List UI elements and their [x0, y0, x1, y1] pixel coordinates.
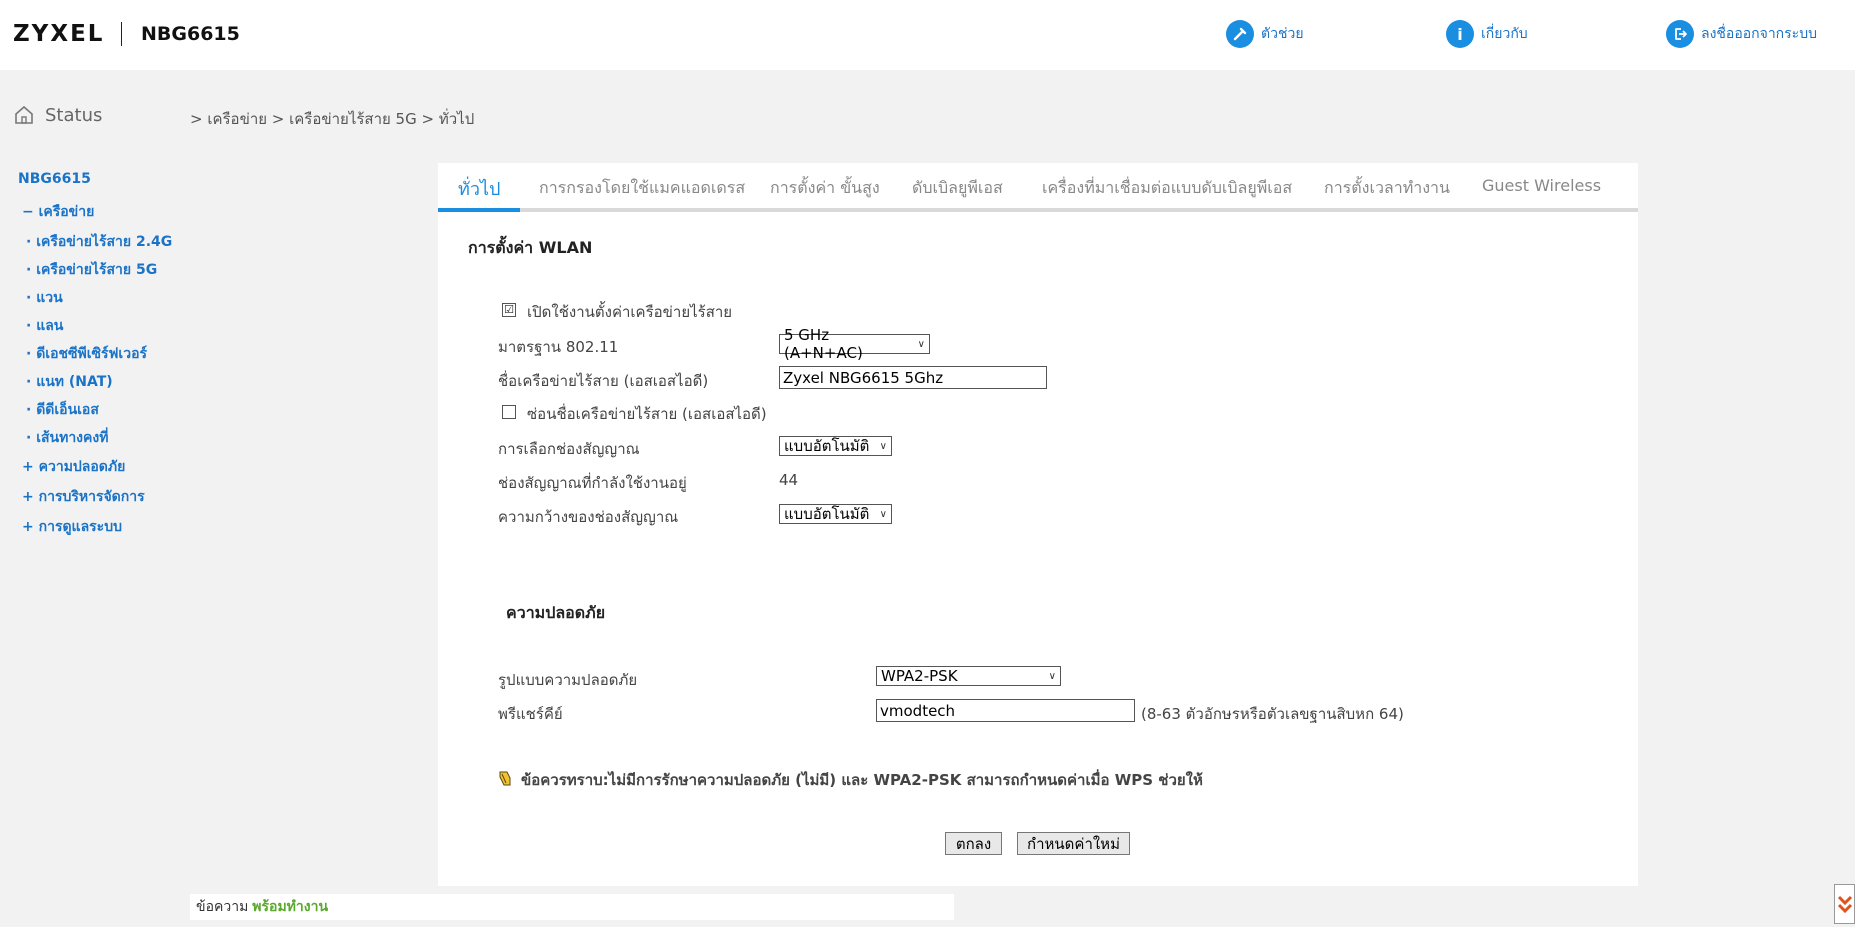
chevron-down-icon: ∨ — [879, 508, 887, 520]
security-mode-select[interactable]: WPA2-PSK ∨ — [876, 666, 1061, 686]
channel-width-value: แบบอัตโนมัติ — [784, 505, 870, 523]
sidebar-item-wireless-5g[interactable]: · เครือข่ายไร้สาย 5G — [26, 259, 157, 281]
chevron-down-icon: ∨ — [879, 440, 887, 452]
tab-bar: ทั่วไป การกรองโดยใช้แมคแอดเดรส การตั้งค่… — [438, 163, 1638, 212]
note-icon — [499, 771, 511, 786]
status-link[interactable]: Status — [13, 104, 102, 126]
expand-corner-button[interactable] — [1834, 884, 1855, 924]
logout-icon — [1666, 20, 1694, 48]
channel-width-label: ความกว้างของช่องสัญญาณ — [498, 508, 679, 526]
active-tab-indicator — [438, 208, 520, 212]
standard-label: มาตรฐาน 802.11 — [498, 338, 619, 356]
double-chevron-down-icon — [1837, 895, 1853, 914]
message-label: ข้อความ — [196, 899, 249, 915]
main-panel: ทั่วไป การกรองโดยใช้แมคแอดเดรส การตั้งค่… — [438, 163, 1638, 886]
security-section-title: ความปลอดภัย — [506, 603, 606, 622]
standard-value: 5 GHz (A+N+AC) — [784, 326, 863, 362]
sidebar-item-management[interactable]: + การบริหารจัดการ — [22, 486, 145, 508]
ok-button[interactable]: ตกลง — [945, 832, 1002, 855]
standard-select[interactable]: 5 GHz (A+N+AC) ∨ — [779, 326, 930, 362]
tab-mac-filter[interactable]: การกรองโดยใช้แมคแอดเดรส — [539, 176, 745, 201]
sidebar-item-maintenance[interactable]: + การดูแลระบบ — [22, 516, 122, 538]
tab-scheduling[interactable]: การตั้งเวลาทำงาน — [1324, 176, 1450, 201]
operating-channel-label: ช่องสัญญาณที่กำลังใช้งานอยู่ — [498, 474, 687, 492]
breadcrumb: > เครือข่าย > เครือข่ายไร้สาย 5G > ทั่วไ… — [190, 110, 475, 128]
psk-hint: (8-63 ตัวอักษรหรือตัวเลขฐานสิบหก 64) — [1141, 705, 1404, 723]
sidebar-item-network[interactable]: − เครือข่าย — [22, 201, 94, 223]
message-bar: ข้อความ พร้อมทำงาน — [190, 894, 954, 920]
channel-value: แบบอัตโนมัติ — [784, 437, 870, 455]
logout-link[interactable]: ลงชื่อออกจากระบบ — [1666, 20, 1817, 48]
logo-divider — [121, 22, 122, 46]
tab-wps[interactable]: ดับเบิลยูพีเอส — [912, 176, 1003, 201]
about-label: เกี่ยวกับ — [1481, 26, 1528, 42]
message-status: พร้อมทำงาน — [252, 899, 329, 915]
sidebar-item-lan[interactable]: · แลน — [26, 315, 63, 337]
sidebar-item-security[interactable]: + ความปลอดภัย — [22, 456, 125, 478]
model-name: NBG6615 — [141, 23, 240, 45]
security-note: ข้อควรทราบ:ไม่มีการรักษาความปลอดภัย (ไม่… — [521, 771, 1203, 789]
enable-wireless-label: เปิดใช้งานตั้งค่าเครือข่ายไร้สาย — [527, 303, 733, 321]
security-mode-value: WPA2-PSK — [881, 667, 958, 685]
sidebar-item-dhcp[interactable]: · ดีเอชซีพีเซิร์ฟเวอร์ — [26, 343, 147, 365]
ssid-input[interactable]: Zyxel NBG6615 5Ghz — [779, 366, 1047, 389]
help-label: ตัวช่วย — [1261, 26, 1304, 42]
sidebar-item-static-route[interactable]: · เส้นทางคงที่ — [26, 427, 108, 449]
psk-input[interactable]: vmodtech — [876, 699, 1135, 722]
tab-general[interactable]: ทั่วไป — [458, 174, 500, 203]
home-icon — [15, 105, 33, 124]
reset-button[interactable]: กำหนดค่าใหม่ — [1017, 832, 1130, 855]
help-icon — [1226, 20, 1254, 48]
hide-ssid-label: ซ่อนชื่อเครือข่ายไร้สาย (เอสเอสไอดี) — [527, 405, 767, 423]
channel-select[interactable]: แบบอัตโนมัติ ∨ — [779, 436, 892, 456]
tab-guest-wireless[interactable]: Guest Wireless — [1482, 176, 1601, 195]
ssid-label: ชื่อเครือข่ายไร้สาย (เอสเอสไอดี) — [498, 372, 709, 390]
security-mode-label: รูปแบบความปลอดภัย — [498, 671, 638, 689]
sidebar-item-nat[interactable]: · แนท (NAT) — [26, 371, 113, 393]
logout-label: ลงชื่อออกจากระบบ — [1701, 26, 1817, 42]
sidebar-item-ddns[interactable]: · ดีดีเอ็นเอส — [26, 399, 99, 421]
help-link[interactable]: ตัวช่วย — [1226, 20, 1304, 48]
sidebar-item-wireless-24g[interactable]: · เครือข่ายไร้สาย 2.4G — [26, 231, 172, 253]
hide-ssid-checkbox[interactable] — [502, 405, 516, 419]
top-header: ZYXEL NBG6615 ตัวช่วย i เกี่ยวกับ ลงชื่อ… — [0, 0, 1855, 70]
info-icon: i — [1446, 20, 1474, 48]
brand-logo: ZYXEL — [13, 21, 105, 47]
channel-width-select[interactable]: แบบอัตโนมัติ ∨ — [779, 504, 892, 524]
chevron-down-icon: ∨ — [1048, 670, 1056, 682]
enable-wireless-checkbox[interactable]: ☑ — [502, 303, 516, 317]
sidebar-root[interactable]: NBG6615 — [18, 171, 91, 187]
about-link[interactable]: i เกี่ยวกับ — [1446, 20, 1528, 48]
sidebar-item-wan[interactable]: · แวน — [26, 287, 63, 309]
chevron-down-icon: ∨ — [917, 338, 925, 350]
status-label: Status — [45, 104, 103, 126]
tab-wps-station[interactable]: เครื่องที่มาเชื่อมต่อแบบดับเบิลยูพีเอส — [1042, 176, 1292, 201]
tab-advanced[interactable]: การตั้งค่า ขั้นสูง — [770, 176, 880, 201]
operating-channel-value: 44 — [779, 471, 799, 489]
psk-label: พรีแชร์คีย์ — [498, 705, 563, 723]
wlan-section-title: การตั้งค่า WLAN — [468, 238, 593, 257]
channel-label: การเลือกช่องสัญญาณ — [498, 440, 640, 458]
